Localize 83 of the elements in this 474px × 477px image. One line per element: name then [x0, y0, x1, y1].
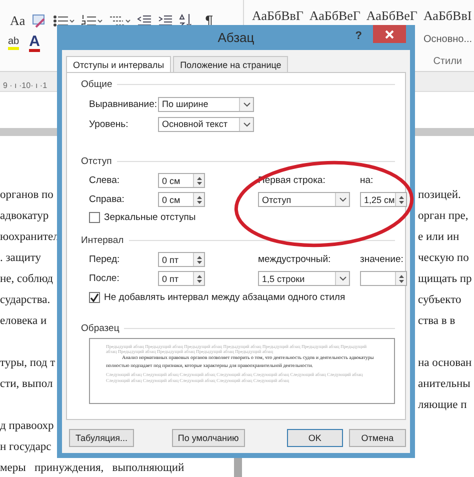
field-label: Уровень:: [89, 118, 130, 130]
document-text: сти, выпол: [0, 378, 54, 390]
tab[interactable]: Отступы и интервалы: [66, 56, 172, 72]
spin-field[interactable]: 0 пт: [158, 271, 205, 286]
group-label: Стили: [433, 56, 462, 67]
document-text: д правоохр: [0, 420, 55, 432]
document-text: меры принуждения, выполняющий: [0, 462, 184, 474]
style-preview[interactable]: АаБбВеГ: [366, 8, 418, 24]
style-preview[interactable]: АаБбВвI: [423, 8, 472, 24]
document-text: . защиту: [0, 252, 42, 264]
spin-arrows-icon: [193, 253, 204, 266]
document-text: орган пре,: [418, 210, 470, 222]
field-label: Справа:: [89, 194, 126, 205]
field-label: Слева:: [89, 175, 121, 186]
style-preview[interactable]: АаБбВеГ: [309, 8, 360, 24]
dropdown[interactable]: Основной текст: [158, 116, 254, 132]
spin-field[interactable]: 0 пт: [158, 252, 205, 267]
dialog-button[interactable]: Отмена: [348, 429, 406, 447]
document-text: еловека и: [0, 314, 48, 326]
document-text: адвокатур: [0, 210, 50, 222]
help-button[interactable]: ?: [355, 30, 362, 42]
spin-arrows-icon: [193, 272, 204, 285]
close-icon: [385, 30, 394, 38]
spin-field[interactable]: [360, 271, 407, 286]
chevron-down-icon: [335, 272, 349, 285]
document-text: ческую по: [418, 252, 470, 264]
dialog-button[interactable]: OK: [286, 429, 343, 447]
bullet-list-icon[interactable]: [53, 14, 76, 28]
document-text: ства в в: [418, 314, 456, 326]
document-text: органов по: [0, 188, 54, 200]
chevron-down-icon: [239, 98, 253, 110]
dropdown[interactable]: 1,5 строки: [258, 271, 350, 286]
document-text: сударства.: [0, 294, 52, 306]
tab[interactable]: Положение на странице: [173, 56, 288, 72]
document-text: на основан: [418, 356, 473, 368]
dialog-button[interactable]: Табуляция...: [69, 429, 134, 447]
document-text: не, соблюд: [0, 272, 54, 284]
field-label: междустрочный:: [258, 254, 332, 265]
field-label: Выравнивание:: [89, 98, 158, 110]
section-title: Интервал: [81, 235, 124, 246]
dropdown[interactable]: По ширине: [158, 96, 254, 112]
spin-arrows-icon: [193, 193, 204, 206]
chevron-down-icon: [335, 193, 349, 206]
document-text: анительны: [418, 378, 472, 390]
numbered-list-icon[interactable]: [81, 14, 104, 28]
field-label: Перед:: [89, 254, 121, 265]
checkbox[interactable]: [89, 292, 100, 303]
checkbox-label: Не добавлять интервал между абзацами одного стиля: [104, 292, 346, 303]
decrease-indent-icon[interactable]: [137, 14, 152, 28]
spin-field[interactable]: 0 см: [158, 173, 205, 188]
document-text: туры, под т: [0, 356, 56, 368]
page-gap: [234, 458, 242, 477]
highlight-button[interactable]: ab: [8, 36, 20, 50]
close-button[interactable]: [373, 25, 406, 43]
field-label: После:: [89, 273, 120, 284]
spin-field[interactable]: 0 см: [158, 192, 205, 207]
document-text: е или ин: [418, 230, 460, 242]
change-case-button[interactable]: Aa: [10, 13, 26, 29]
section-title: Отступ: [81, 156, 112, 167]
dialog-button[interactable]: По умолчанию: [172, 429, 245, 447]
style-preview[interactable]: АаБбВвГ: [252, 8, 304, 24]
field-label: значение:: [360, 254, 404, 265]
dropdown[interactable]: Отступ: [258, 192, 350, 207]
window-title: Абзац: [218, 30, 254, 45]
document-text: позицей.: [418, 188, 462, 200]
document-text: субъекто: [418, 294, 462, 306]
chevron-down-icon: [239, 118, 253, 130]
checkbox-label: Зеркальные отступы: [104, 212, 196, 223]
multilevel-list-icon[interactable]: [109, 14, 132, 28]
section-title: Образец: [81, 323, 120, 334]
clear-formatting-icon[interactable]: [31, 13, 48, 29]
document-text: щищать пр: [418, 272, 473, 284]
document-text: ляющие п: [418, 398, 468, 410]
field-label: на:: [360, 175, 374, 186]
spin-arrows-icon: [193, 174, 204, 187]
font-color-button[interactable]: A: [29, 34, 40, 52]
style-name: Основно...: [423, 34, 472, 45]
document-text: юохранител: [0, 230, 59, 242]
document-text: н государс: [0, 440, 52, 452]
spin-field[interactable]: 1,25 см: [360, 192, 407, 207]
section-title: Общие: [81, 79, 112, 90]
increase-indent-icon[interactable]: [158, 14, 174, 28]
checkbox[interactable]: [89, 212, 100, 223]
